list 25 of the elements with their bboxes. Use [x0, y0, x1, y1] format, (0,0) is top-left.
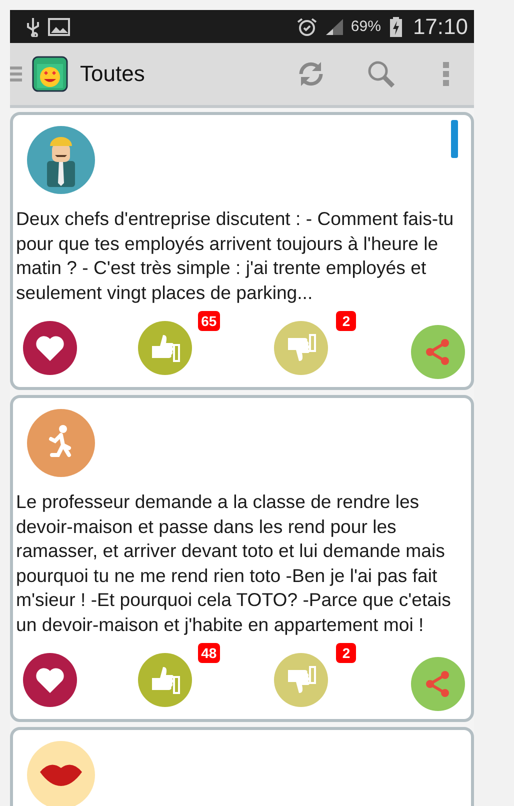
battery-level: 69%: [350, 18, 381, 35]
scroll-bar: [451, 120, 458, 158]
clock-time: 17:10: [412, 14, 468, 40]
favorite-button[interactable]: [23, 321, 77, 375]
heart-icon: [35, 334, 65, 362]
signal-icon: [324, 18, 345, 36]
like-count-badge: 48: [198, 643, 220, 663]
thumbs-down-icon: [285, 333, 318, 363]
like-count-badge: 65: [198, 311, 220, 331]
battery-charging-icon: [388, 16, 403, 38]
menu-icon[interactable]: [10, 65, 22, 83]
joke-text: Deux chefs d'entreprise discutent : - Comment fais-tu pour que tes employés arrivent toujours à l'heure le matin ? - C'est très simple : j'ai trente employés et seulement vingt places de parking...: [16, 207, 455, 305]
heart-icon: [35, 666, 65, 694]
overflow-menu-icon[interactable]: [442, 61, 450, 87]
alarm-icon: [296, 16, 317, 36]
favorite-button[interactable]: [23, 653, 77, 707]
search-icon[interactable]: [366, 59, 396, 89]
dislike-count-badge: 2: [336, 643, 356, 663]
image-icon: [48, 18, 70, 36]
thumbs-down-icon: [285, 665, 318, 695]
joke-text: Le professeur demande a la classe de rendre les devoir-maison et passe dans les rend pour les ramasser, et arriver devant toto et lui demande mais pourquoi tu ne me rend rien toto -Ben je l'ai pas fait m'sieur ! -Et pourquoi cela TOTO? -Parce que c'etais un devoir-maison et j'habite en appartement moi !: [16, 490, 452, 637]
toolbar-title: Toutes: [80, 61, 145, 87]
app-logo-icon[interactable]: [32, 56, 68, 92]
dislike-count-badge: 2: [336, 311, 356, 331]
usb-icon: [26, 16, 40, 36]
